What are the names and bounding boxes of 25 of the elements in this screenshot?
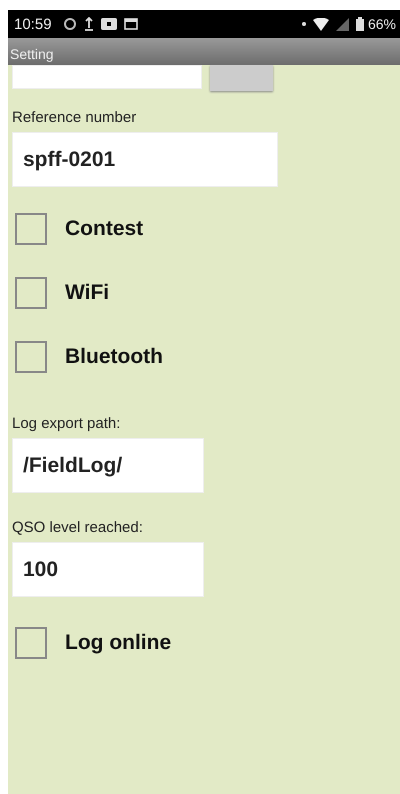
checkbox[interactable]: [15, 627, 47, 659]
checkbox[interactable]: [15, 213, 47, 245]
battery-percent: 66%: [368, 16, 396, 32]
reference-input[interactable]: spff-0201: [12, 132, 278, 187]
checkbox-label[interactable]: Contest: [65, 217, 144, 241]
checkbox-label[interactable]: Log online: [65, 631, 172, 655]
checkbox[interactable]: [15, 277, 47, 309]
clock: 10:59: [14, 16, 52, 32]
wifi-icon: [312, 18, 329, 30]
battery-icon: [356, 17, 364, 31]
checkbox-label[interactable]: WiFi: [65, 281, 110, 305]
qso-level-input[interactable]: 100: [12, 542, 204, 597]
checkbox-label[interactable]: Bluetooth: [65, 345, 163, 369]
field-label: Reference number: [12, 109, 136, 126]
upload-icon: [84, 17, 94, 31]
window-icon: [124, 18, 138, 30]
app-title: Setting: [10, 46, 54, 62]
signal-icon: [336, 18, 349, 30]
video-icon: [100, 18, 117, 30]
field-label: QSO level reached:: [12, 519, 143, 536]
export-path-input[interactable]: /FieldLog/: [12, 438, 204, 493]
field-label: Log export path:: [12, 415, 120, 432]
checkbox[interactable]: [15, 341, 47, 373]
dot-icon: [302, 22, 306, 26]
text-field[interactable]: [12, 65, 202, 89]
